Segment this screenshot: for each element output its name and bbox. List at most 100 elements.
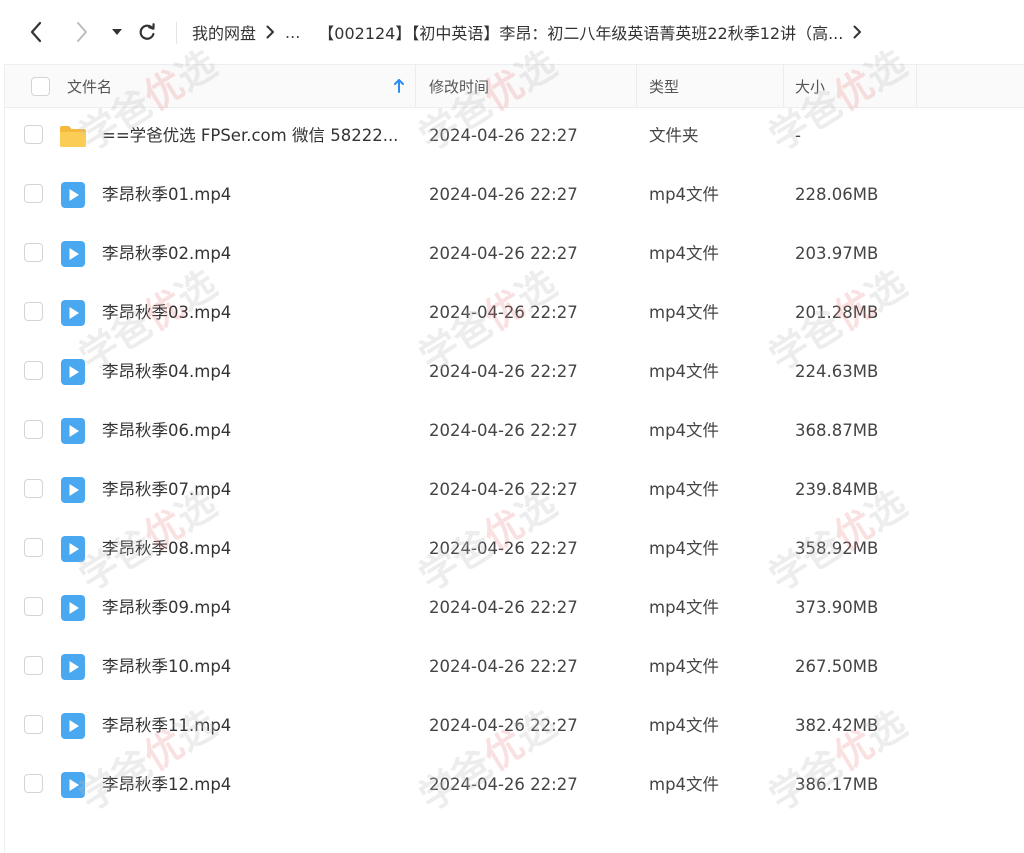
breadcrumb-current[interactable]: 【002124】【初中英语】李昂：初二八年级英语菁英班22秋季12讲（高... <box>318 20 843 44</box>
file-type: mp4文件 <box>649 362 720 381</box>
column-divider[interactable] <box>415 65 416 107</box>
file-type: mp4文件 <box>649 657 720 676</box>
row-checkbox[interactable] <box>24 479 43 498</box>
file-list: ==学爸优选 FPSer.com 微信 58222... 2024-04-26 2… <box>5 106 1024 814</box>
checkbox[interactable] <box>31 76 50 96</box>
file-modified-time: 2024-04-26 22:27 <box>429 480 578 499</box>
refresh-button[interactable] <box>133 18 161 46</box>
file-row[interactable]: 李昂秋季09.mp4 2024-04-26 22:27 mp4文件 373.90MB <box>5 578 1024 637</box>
back-button[interactable] <box>22 18 50 46</box>
file-list-header: 文件名 修改时间 类型 大小 <box>5 64 1024 108</box>
refresh-icon <box>139 23 155 40</box>
file-row[interactable]: 李昂秋季07.mp4 2024-04-26 22:27 mp4文件 239.84MB <box>5 460 1024 519</box>
file-row[interactable]: 李昂秋季08.mp4 2024-04-26 22:27 mp4文件 358.92MB <box>5 519 1024 578</box>
row-checkbox[interactable] <box>24 302 43 321</box>
breadcrumb-root[interactable]: 我的网盘 <box>192 20 256 44</box>
file-size: 224.63MB <box>795 362 879 381</box>
file-size: 382.42MB <box>795 716 879 735</box>
file-modified-time: 2024-04-26 22:27 <box>429 185 578 204</box>
file-type: mp4文件 <box>649 775 720 794</box>
column-header-name[interactable]: 文件名 <box>67 65 112 107</box>
file-type: mp4文件 <box>649 185 720 204</box>
chevron-right-icon <box>266 25 275 39</box>
history-dropdown-button[interactable] <box>103 18 131 46</box>
file-row[interactable]: 李昂秋季12.mp4 2024-04-26 22:27 mp4文件 386.17MB <box>5 755 1024 814</box>
row-checkbox[interactable] <box>24 656 43 675</box>
file-modified-time: 2024-04-26 22:27 <box>429 775 578 794</box>
file-name[interactable]: 李昂秋季09.mp4 <box>102 578 231 637</box>
breadcrumb-ellipsis[interactable]: ... <box>285 23 300 42</box>
row-checkbox[interactable] <box>24 597 43 616</box>
file-modified-time: 2024-04-26 22:27 <box>429 421 578 440</box>
file-modified-time: 2024-04-26 22:27 <box>429 303 578 322</box>
file-name[interactable]: ==学爸优选 FPSer.com 微信 58222... <box>102 106 398 165</box>
column-divider[interactable] <box>916 65 917 107</box>
row-checkbox[interactable] <box>24 184 43 203</box>
file-name[interactable]: 李昂秋季04.mp4 <box>102 342 231 401</box>
video-file-icon <box>58 298 88 332</box>
video-file-icon <box>58 711 88 745</box>
file-type: mp4文件 <box>649 303 720 322</box>
video-file-icon <box>58 770 88 804</box>
file-size: 368.87MB <box>795 421 879 440</box>
file-row[interactable]: 李昂秋季06.mp4 2024-04-26 22:27 mp4文件 368.87MB <box>5 401 1024 460</box>
file-name[interactable]: 李昂秋季06.mp4 <box>102 401 231 460</box>
folder-icon <box>58 121 88 155</box>
chevron-right-icon <box>853 25 862 39</box>
column-header-type[interactable]: 类型 <box>649 65 679 107</box>
file-row[interactable]: 李昂秋季02.mp4 2024-04-26 22:27 mp4文件 203.97MB <box>5 224 1024 283</box>
file-row[interactable]: 李昂秋季11.mp4 2024-04-26 22:27 mp4文件 382.42MB <box>5 696 1024 755</box>
file-size: 386.17MB <box>795 775 879 794</box>
toolbar-divider <box>176 22 177 44</box>
caret-down-icon <box>112 29 122 35</box>
file-name[interactable]: 李昂秋季10.mp4 <box>102 637 231 696</box>
sort-ascending-icon[interactable] <box>393 65 405 107</box>
chevron-left-icon <box>30 21 42 43</box>
column-divider[interactable] <box>783 65 784 107</box>
breadcrumb: 我的网盘 ... 【002124】【初中英语】李昂：初二八年级英语菁英班22秋季… <box>192 20 872 44</box>
file-name[interactable]: 李昂秋季08.mp4 <box>102 519 231 578</box>
video-file-icon <box>58 180 88 214</box>
file-modified-time: 2024-04-26 22:27 <box>429 598 578 617</box>
column-header-modified[interactable]: 修改时间 <box>429 65 489 107</box>
file-type: mp4文件 <box>649 539 720 558</box>
file-type: mp4文件 <box>649 480 720 499</box>
video-file-icon <box>58 239 88 273</box>
file-type: mp4文件 <box>649 244 720 263</box>
file-modified-time: 2024-04-26 22:27 <box>429 657 578 676</box>
file-size: 201.28MB <box>795 303 879 322</box>
video-file-icon <box>58 593 88 627</box>
file-row[interactable]: 李昂秋季04.mp4 2024-04-26 22:27 mp4文件 224.63MB <box>5 342 1024 401</box>
file-type: mp4文件 <box>649 716 720 735</box>
file-type: mp4文件 <box>649 421 720 440</box>
file-name[interactable]: 李昂秋季02.mp4 <box>102 224 231 283</box>
row-checkbox[interactable] <box>24 361 43 380</box>
toolbar: 我的网盘 ... 【002124】【初中英语】李昂：初二八年级英语菁英班22秋季… <box>0 0 1024 64</box>
file-size: 373.90MB <box>795 598 879 617</box>
select-all-checkbox[interactable] <box>31 65 50 107</box>
file-size: 228.06MB <box>795 185 879 204</box>
file-row[interactable]: ==学爸优选 FPSer.com 微信 58222... 2024-04-26 2… <box>5 106 1024 165</box>
file-name[interactable]: 李昂秋季03.mp4 <box>102 283 231 342</box>
row-checkbox[interactable] <box>24 715 43 734</box>
row-checkbox[interactable] <box>24 538 43 557</box>
row-checkbox[interactable] <box>24 420 43 439</box>
file-size: 267.50MB <box>795 657 879 676</box>
video-file-icon <box>58 534 88 568</box>
row-checkbox[interactable] <box>24 243 43 262</box>
file-row[interactable]: 李昂秋季03.mp4 2024-04-26 22:27 mp4文件 201.28MB <box>5 283 1024 342</box>
file-name[interactable]: 李昂秋季07.mp4 <box>102 460 231 519</box>
file-row[interactable]: 李昂秋季01.mp4 2024-04-26 22:27 mp4文件 228.06MB <box>5 165 1024 224</box>
file-name[interactable]: 李昂秋季11.mp4 <box>102 696 231 755</box>
file-name[interactable]: 李昂秋季12.mp4 <box>102 755 231 814</box>
column-divider[interactable] <box>636 65 637 107</box>
file-name[interactable]: 李昂秋季01.mp4 <box>102 165 231 224</box>
row-checkbox[interactable] <box>24 774 43 793</box>
video-file-icon <box>58 416 88 450</box>
column-header-size[interactable]: 大小 <box>795 65 825 107</box>
row-checkbox[interactable] <box>24 125 43 144</box>
forward-button[interactable] <box>68 18 96 46</box>
file-row[interactable]: 李昂秋季10.mp4 2024-04-26 22:27 mp4文件 267.50MB <box>5 637 1024 696</box>
file-size: 203.97MB <box>795 244 879 263</box>
video-file-icon <box>58 652 88 686</box>
